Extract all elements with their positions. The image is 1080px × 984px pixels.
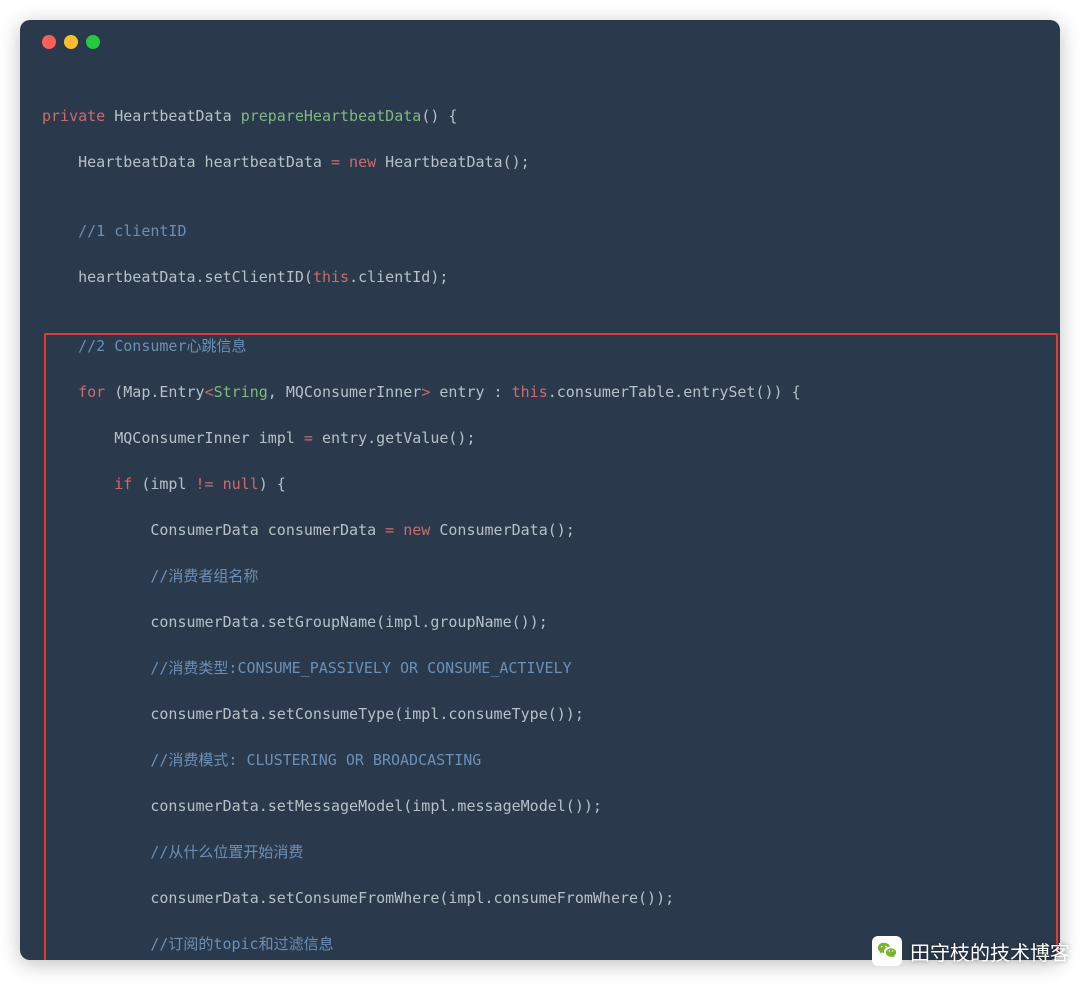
code-line: //消费模式: CLUSTERING OR BROADCASTING	[42, 749, 1038, 772]
code-line: consumerData.setMessageModel(impl.messag…	[42, 795, 1038, 818]
code-line: HeartbeatData heartbeatData = new Heartb…	[42, 151, 1038, 174]
code-line: private HeartbeatData prepareHeartbeatDa…	[42, 105, 1038, 128]
zoom-icon[interactable]	[86, 35, 100, 49]
code-line: //2 Consumer心跳信息	[42, 335, 1038, 358]
window-titlebar	[20, 20, 1060, 64]
code-line: heartbeatData.setClientID(this.clientId)…	[42, 266, 1038, 289]
code-line: //1 clientID	[42, 220, 1038, 243]
close-icon[interactable]	[42, 35, 56, 49]
code-line: //消费类型:CONSUME_PASSIVELY OR CONSUME_ACTI…	[42, 657, 1038, 680]
code-line: //从什么位置开始消费	[42, 841, 1038, 864]
code-line: consumerData.setConsumeFromWhere(impl.co…	[42, 887, 1038, 910]
code-line: //消费者组名称	[42, 565, 1038, 588]
code-line: ConsumerData consumerData = new Consumer…	[42, 519, 1038, 542]
wechat-icon	[872, 936, 902, 966]
code-line: if (impl != null) {	[42, 473, 1038, 496]
code-area: private HeartbeatData prepareHeartbeatDa…	[20, 64, 1060, 960]
code-line: consumerData.setConsumeType(impl.consume…	[42, 703, 1038, 726]
minimize-icon[interactable]	[64, 35, 78, 49]
watermark-text: 田守枝的技术博客	[910, 937, 1070, 966]
code-line: consumerData.setGroupName(impl.groupName…	[42, 611, 1038, 634]
watermark: 田守枝的技术博客	[872, 936, 1070, 966]
code-line: MQConsumerInner impl = entry.getValue();	[42, 427, 1038, 450]
code-window: private HeartbeatData prepareHeartbeatDa…	[20, 20, 1060, 960]
code-line: for (Map.Entry<String, MQConsumerInner> …	[42, 381, 1038, 404]
